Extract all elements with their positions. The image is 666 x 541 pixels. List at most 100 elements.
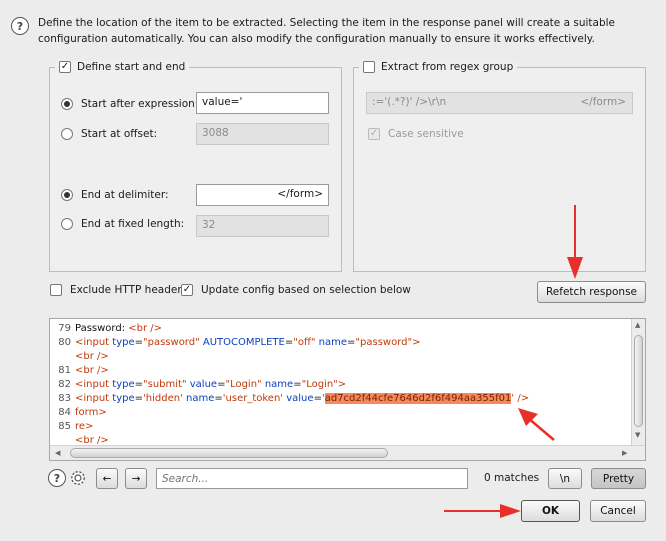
newline-toggle-button[interactable]: \n	[548, 468, 582, 489]
code-token: "Login"	[301, 379, 338, 390]
regex-input: :='(.*?)' />\r\n </form>	[366, 92, 633, 114]
start-offset-input: 3088	[196, 123, 329, 145]
editor-help-icon[interactable]: ?	[48, 469, 66, 487]
ok-button[interactable]: OK	[521, 500, 580, 522]
start-offset-option[interactable]: Start at offset:	[61, 128, 157, 140]
define-start-end-checkbox[interactable]	[59, 61, 71, 73]
exclude-headers-option[interactable]: Exclude HTTP headers	[50, 284, 187, 296]
code-token: <br />	[128, 323, 163, 334]
end-delimiter-option[interactable]: End at delimiter:	[61, 189, 169, 201]
code-token: value	[286, 393, 314, 404]
help-glyph: ?	[16, 19, 24, 33]
code-token: =	[134, 337, 144, 348]
search-match-count: 0 matches	[484, 472, 540, 484]
pretty-toggle-button[interactable]: Pretty	[591, 468, 646, 489]
editor-line: 82 <input type="submit" value="Login" nam…	[50, 379, 346, 393]
cancel-button[interactable]: Cancel	[590, 500, 646, 522]
code-token: <input	[75, 337, 113, 348]
case-sensitive-label: Case sensitive	[388, 128, 464, 140]
line-number: 81	[58, 365, 71, 376]
editor-help-glyph: ?	[53, 471, 61, 485]
editor-line: 80 <input type="password" AUTOCOMPLETE="o…	[50, 337, 420, 351]
code-token: =	[284, 337, 294, 348]
regex-input-right: </form>	[580, 96, 626, 108]
exclude-headers-checkbox[interactable]	[50, 284, 62, 296]
search-next-button[interactable]: →	[125, 468, 147, 489]
update-config-option[interactable]: Update config based on selection below	[181, 284, 411, 296]
vertical-scroll-thumb[interactable]	[634, 335, 643, 427]
end-fixed-input: 32	[196, 215, 329, 237]
line-number: 80	[58, 337, 71, 348]
editor-line: 83 <input type='hidden' name='user_token'…	[50, 393, 529, 407]
code-token: value	[189, 379, 218, 390]
code-token: re>	[75, 421, 94, 432]
update-config-label: Update config based on selection below	[201, 284, 411, 296]
code-token: >	[412, 337, 421, 348]
code-token: "Login"	[225, 379, 262, 390]
end-delimiter-label: End at delimiter:	[81, 189, 169, 201]
start-offset-radio[interactable]	[61, 128, 73, 140]
define-start-end-label: Define start and end	[77, 61, 186, 73]
end-fixed-option[interactable]: End at fixed length:	[61, 218, 184, 230]
start-after-radio[interactable]	[61, 98, 73, 110]
start-after-input[interactable]: value='	[196, 92, 329, 114]
code-token: "off"	[293, 337, 316, 348]
code-token: 'user_token'	[222, 393, 284, 404]
line-number: 82	[58, 379, 71, 390]
code-token: AUTOCOMPLETE	[202, 337, 285, 348]
regex-legend: Extract from regex group	[359, 61, 518, 73]
end-delimiter-input[interactable]: </form>	[196, 184, 329, 206]
horizontal-scrollbar[interactable]: ◀ ▶	[50, 445, 645, 460]
regex-label: Extract from regex group	[381, 61, 514, 73]
code-token: type	[112, 393, 135, 404]
response-editor[interactable]: 79 Password: <br /> 80 <input type="passwor…	[49, 318, 646, 461]
editor-line: 84 form>	[50, 407, 107, 421]
start-after-label: Start after expression:	[81, 98, 199, 110]
code-token: =	[293, 379, 302, 390]
scroll-right-icon[interactable]: ▶	[622, 449, 627, 457]
code-token: 'hidden'	[143, 393, 183, 404]
annotation-arrow-ok	[444, 504, 521, 518]
line-number: 85	[58, 421, 71, 432]
code-token: Password:	[75, 323, 129, 334]
search-prev-button[interactable]: ←	[96, 468, 118, 489]
code-token: =	[134, 393, 144, 404]
horizontal-scroll-thumb[interactable]	[70, 448, 388, 458]
refetch-response-button[interactable]: Refetch response	[537, 281, 646, 303]
code-token: "submit"	[143, 379, 187, 390]
exclude-headers-label: Exclude HTTP headers	[70, 284, 188, 296]
code-token: form>	[75, 407, 107, 418]
code-token: "password"	[355, 337, 413, 348]
case-sensitive-checkbox	[368, 128, 380, 140]
vertical-scrollbar[interactable]: ▲ ▼	[631, 319, 645, 445]
update-config-checkbox[interactable]	[181, 284, 193, 296]
help-icon[interactable]: ?	[11, 17, 29, 35]
line-number: 79	[58, 323, 71, 334]
code-token: />	[514, 393, 530, 404]
arrow-right-icon: →	[131, 472, 141, 485]
code-token: name	[264, 379, 294, 390]
search-input[interactable]	[156, 468, 468, 489]
code-token: type	[112, 337, 135, 348]
code-token: "password"	[143, 337, 200, 348]
settings-gear-icon[interactable]	[68, 468, 88, 488]
arrow-left-icon: ←	[102, 472, 112, 485]
code-token: type	[112, 379, 135, 390]
start-end-legend: Define start and end	[55, 61, 190, 73]
code-token: <input	[75, 393, 113, 404]
case-sensitive-option: Case sensitive	[368, 128, 464, 140]
code-token: <br />	[75, 365, 109, 376]
start-after-option[interactable]: Start after expression:	[61, 98, 198, 110]
code-token: =	[313, 393, 322, 404]
scroll-down-icon[interactable]: ▼	[635, 431, 640, 439]
code-token: >	[337, 379, 347, 390]
start-offset-label: Start at offset:	[81, 128, 158, 140]
scroll-up-icon[interactable]: ▲	[635, 321, 640, 329]
description-text: Define the location of the item to be ex…	[38, 17, 615, 45]
editor-line: 79 Password: <br />	[50, 323, 162, 337]
end-fixed-radio[interactable]	[61, 218, 73, 230]
editor-line: <br />	[50, 351, 109, 365]
regex-checkbox[interactable]	[363, 61, 375, 73]
end-delimiter-radio[interactable]	[61, 189, 73, 201]
scroll-left-icon[interactable]: ◀	[55, 449, 60, 457]
